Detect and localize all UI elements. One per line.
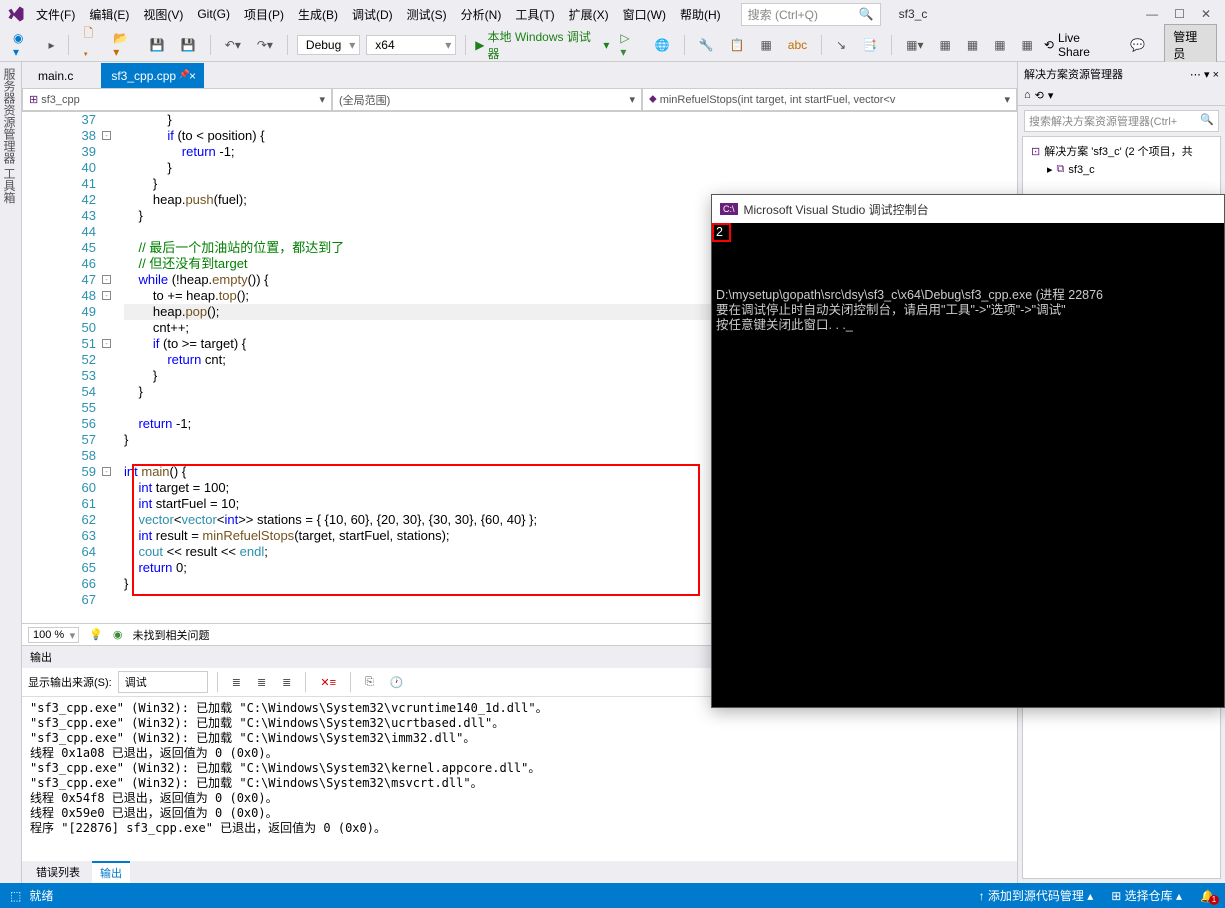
menu-git[interactable]: Git(G) [191,3,236,25]
lightbulb-icon[interactable]: 💡 [89,628,103,641]
tab-output[interactable]: 输出 [92,861,130,883]
menu-analyze[interactable]: 分析(N) [455,2,508,27]
menu-view[interactable]: 视图(V) [137,2,189,27]
solution-name: sf3_c [899,7,928,21]
source-control-button[interactable]: ↑ 添加到源代码管理 ▴ [979,887,1094,904]
console-text: D:\mysetup\gopath\src\dsy\sf3_c\x64\Debu… [716,270,1220,333]
nav-func-combo[interactable]: ⬥minRefuelStops(int target, int startFue… [642,88,1017,111]
project-node[interactable]: ▸ ⧉ sf3_c [1029,161,1214,178]
platform-combo[interactable]: x64 [366,35,456,55]
tool-icon-5[interactable]: ↘ [831,35,851,55]
nav-scope-combo[interactable]: ⊞sf3_cpp▾ [22,88,332,111]
output-clear2-icon[interactable]: ✕≡ [315,673,341,692]
panel-close-icon[interactable]: × [1213,69,1219,81]
tool-icon-6[interactable]: 📑 [857,35,882,55]
output-tool2-icon[interactable]: 🕐 [385,673,409,692]
collapse-icon[interactable]: ⟲ [1035,89,1044,102]
console-title-text: Microsoft Visual Studio 调试控制台 [744,201,929,218]
tool-icon-7[interactable]: ▦▾ [901,35,928,55]
tool-icon-11[interactable]: ▦ [1017,35,1038,55]
redo-icon[interactable]: ↷▾ [252,35,278,55]
tool-icon-8[interactable]: ▦ [935,35,956,55]
repo-select-button[interactable]: ⊞ 选择仓库 ▴ [1111,887,1182,904]
save-icon[interactable]: 💾 [145,35,170,55]
solution-search[interactable]: 搜索解决方案资源管理器(Ctrl+ 🔍 [1024,110,1219,132]
menu-test[interactable]: 测试(S) [401,2,453,27]
debug-console-window[interactable]: C:\ Microsoft Visual Studio 调试控制台 2 D:\m… [711,194,1225,708]
close-icon[interactable]: ✕ [1201,7,1211,21]
main-toolbar: ◉ ▾ ▸ 🗋▾ 📂▾ 💾 💾 ↶▾ ↷▾ Debug x64 ▶ 本地 Win… [0,28,1225,62]
output-wrap-icon[interactable]: ≣ [277,673,296,692]
menu-debug[interactable]: 调试(D) [346,2,399,27]
menu-help[interactable]: 帮助(H) [674,2,727,27]
menu-file[interactable]: 文件(F) [30,2,81,27]
issues-label: 未找到相关问题 [133,627,210,643]
solution-explorer-title: 解决方案资源管理器 [1024,66,1123,82]
menu-bar: 文件(F) 编辑(E) 视图(V) Git(G) 项目(P) 生成(B) 调试(… [0,0,1225,28]
start-debug-button[interactable]: ▶ 本地 Windows 调试器 ▾ [475,28,609,62]
undo-icon[interactable]: ↶▾ [220,35,246,55]
config-combo[interactable]: Debug [297,35,360,55]
nav-back-icon[interactable]: ◉ ▾ [8,28,37,62]
minimize-icon[interactable]: — [1146,7,1158,21]
solution-icon: ⊡ [1031,145,1040,158]
status-ready: 就绪 [29,887,53,904]
tool-icon-9[interactable]: ▦ [962,35,983,55]
search-icon: 🔍 [859,7,874,21]
output-text[interactable]: "sf3_cpp.exe" (Win32): 已加载 "C:\Windows\S… [22,697,1017,861]
editor-tabs: main.c sf3_cpp.cpp [22,62,1017,88]
tool-icon-3[interactable]: ▦ [755,35,776,55]
nav-fwd-icon[interactable]: ▸ [43,35,59,55]
status-icon: ⬚ [10,889,21,903]
search-placeholder: 搜索 (Ctrl+Q) [748,6,818,23]
console-icon: C:\ [720,203,738,215]
tool-icon-4[interactable]: abc [783,35,812,55]
vs-logo-icon [4,5,28,23]
search-box[interactable]: 搜索 (Ctrl+Q) 🔍 [741,3,881,26]
solution-node[interactable]: ⊡ 解决方案 'sf3_c' (2 个项目，共 [1029,141,1214,161]
zoom-combo[interactable]: 100 % [28,627,79,643]
console-result-highlight: 2 [712,223,731,242]
output-source-label: 显示输出来源(S): [28,674,112,690]
issue-ok-icon: ◉ [113,628,123,641]
solution-search-placeholder: 搜索解决方案资源管理器(Ctrl+ [1029,113,1177,129]
maximize-icon[interactable]: ☐ [1174,7,1185,21]
tab-main-c[interactable]: main.c [28,63,101,88]
menu-window[interactable]: 窗口(W) [617,2,672,27]
left-toolbox-tab[interactable]: 服务器资源管理器 工具箱 [0,62,22,883]
tool-icon-1[interactable]: 🔧 [694,35,719,55]
tool-icon-2[interactable]: 📋 [725,35,750,55]
browser-icon[interactable]: 🌐 [650,35,675,55]
menu-project[interactable]: 项目(P) [238,2,290,27]
menu-build[interactable]: 生成(B) [292,2,344,27]
expand-icon[interactable]: ▸ [1047,163,1053,176]
pin-icon[interactable]: ▾ [1204,69,1210,81]
menu-extensions[interactable]: 扩展(X) [563,2,615,27]
admin-badge: 管理员 [1164,24,1217,66]
output-source-combo[interactable]: 调试 [118,671,208,693]
nav-type-combo[interactable]: (全局范围)▾ [332,88,642,111]
output-tool1-icon[interactable]: ⎘ [360,673,379,692]
tab-error-list[interactable]: 错误列表 [28,862,88,882]
feedback-icon[interactable]: 💬 [1125,35,1150,55]
notifications-icon[interactable]: 🔔1 [1200,889,1215,903]
open-file-icon[interactable]: 📂▾ [108,28,139,62]
panel-menu-icon[interactable]: ⋯ [1190,69,1201,81]
menu-tools[interactable]: 工具(T) [509,2,560,27]
tool-icon-10[interactable]: ▦ [989,35,1010,55]
start-nodebug-icon[interactable]: ▷ ▾ [615,28,643,62]
console-output[interactable]: 2 D:\mysetup\gopath\src\dsy\sf3_c\x64\De… [712,223,1224,707]
tab-sf3-cpp[interactable]: sf3_cpp.cpp [101,63,204,88]
sync-icon[interactable]: ▾ [1048,89,1054,102]
status-bar: ⬚ 就绪 ↑ 添加到源代码管理 ▴ ⊞ 选择仓库 ▴ 🔔1 [0,883,1225,908]
output-clear-icon[interactable]: ≣ [227,673,246,692]
live-share-button[interactable]: Live Share [1058,31,1113,59]
live-share-icon[interactable]: ⟲ [1044,38,1054,52]
save-all-icon[interactable]: 💾 [176,35,201,55]
home-icon[interactable]: ⌂ [1024,89,1031,102]
output-toggle-icon[interactable]: ≣ [252,673,271,692]
project-icon: ⧉ [1057,163,1065,176]
search-icon: 🔍 [1200,113,1214,129]
